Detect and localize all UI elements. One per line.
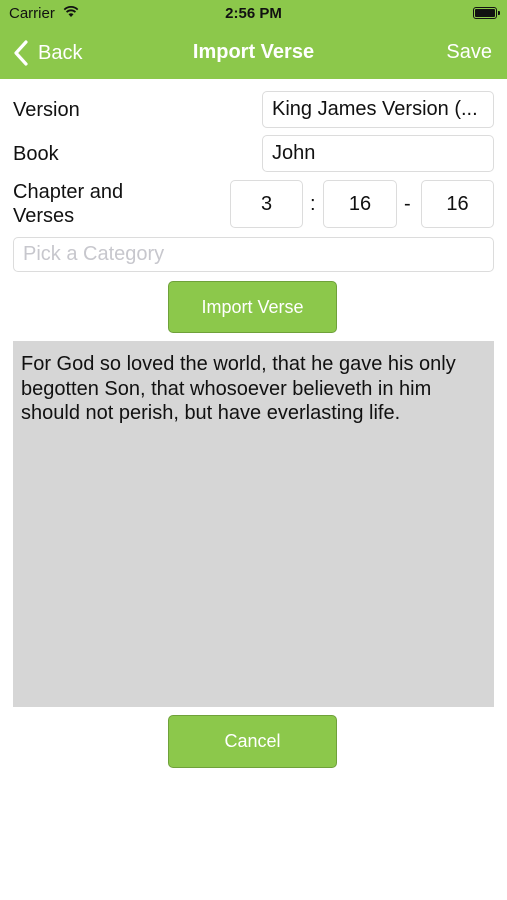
- verse-end-field[interactable]: 16: [421, 180, 494, 228]
- save-button[interactable]: Save: [446, 41, 492, 64]
- chapter-label-line2: Verses: [13, 205, 75, 227]
- colon-separator: :: [310, 193, 316, 215]
- chapter-verses-label: Chapter and Verses: [13, 180, 123, 228]
- page-title: Import Verse: [192, 41, 315, 63]
- battery-icon: [473, 7, 500, 19]
- book-field[interactable]: John: [262, 135, 494, 172]
- chapter-field[interactable]: 3: [230, 180, 303, 228]
- status-bar: Carrier 2:56 PM: [0, 0, 507, 28]
- category-picker[interactable]: Pick a Category: [13, 237, 494, 272]
- chapter-label-line1: Chapter and: [13, 181, 124, 203]
- import-verse-button[interactable]: Import Verse: [168, 281, 337, 333]
- clock-time: 2:56 PM: [225, 5, 282, 22]
- verse-start-field[interactable]: 16: [323, 180, 397, 228]
- version-label: Version: [13, 99, 80, 121]
- navigation-header: Carrier 2:56 PM Back Import Verse Save: [0, 0, 507, 79]
- cancel-button[interactable]: Cancel: [168, 715, 337, 768]
- dash-separator: -: [404, 193, 411, 215]
- verse-text-area[interactable]: For God so loved the world, that he gave…: [13, 341, 494, 707]
- version-field[interactable]: King James Version (...: [262, 91, 494, 128]
- book-label: Book: [13, 143, 59, 165]
